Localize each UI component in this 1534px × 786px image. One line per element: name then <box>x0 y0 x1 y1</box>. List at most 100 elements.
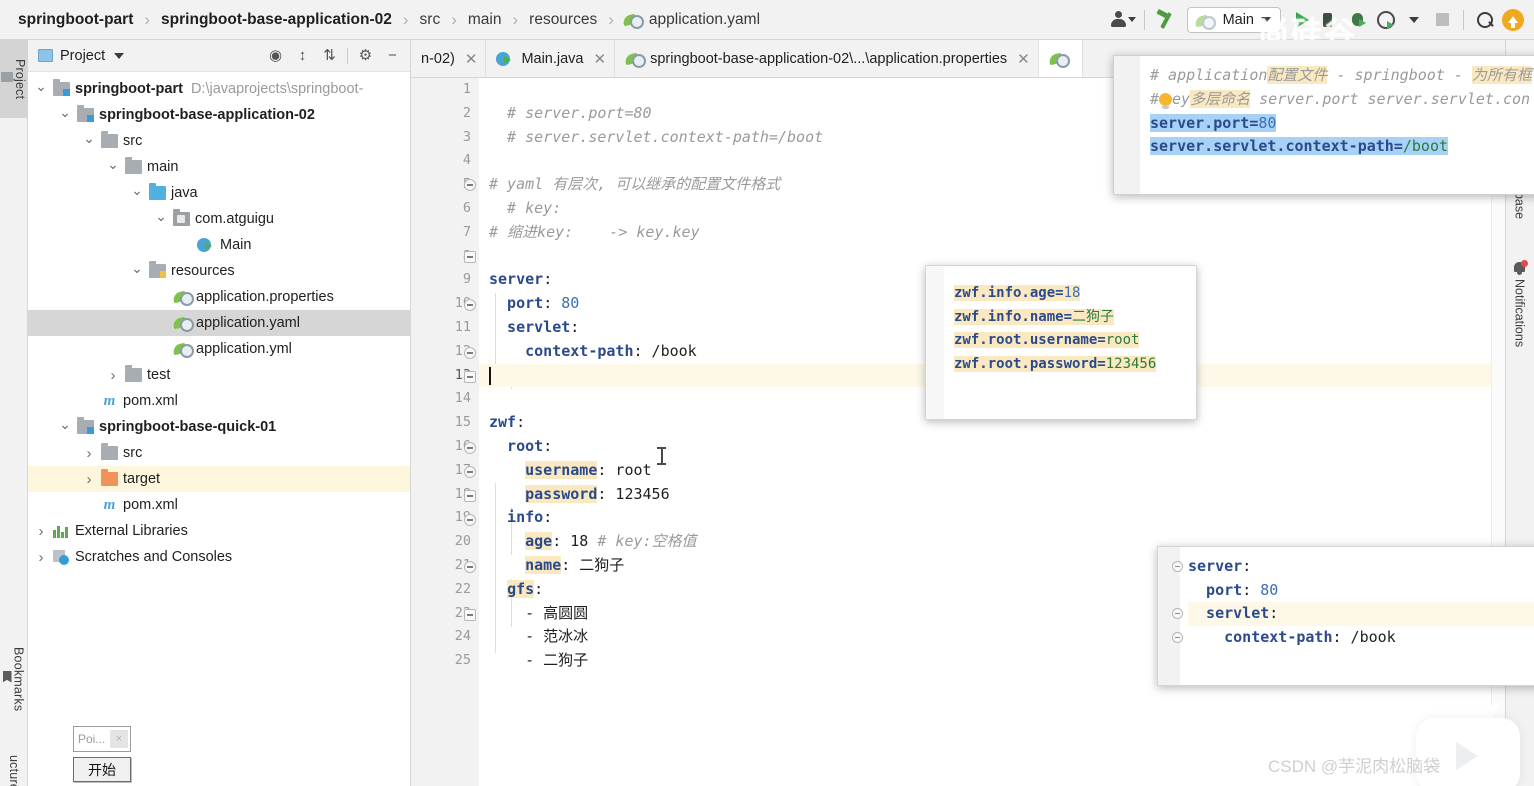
tree-expander[interactable] <box>154 211 168 228</box>
floating-panel-generated-properties[interactable]: zwf.info.age=18 zwf.info.name=二狗子 zwf.root… <box>925 265 1197 420</box>
close-icon[interactable]: ✕ <box>594 50 607 68</box>
breadcrumb-item-src[interactable]: src <box>418 11 443 29</box>
tree-expander[interactable] <box>34 549 48 566</box>
build-project-button[interactable] <box>1153 7 1179 33</box>
panel-code-line: # application配置文件 - springboot - 为所有框 <box>1150 64 1534 88</box>
tree-expander[interactable] <box>106 367 120 384</box>
chevron-down-icon[interactable] <box>114 52 125 59</box>
fold-marker[interactable] <box>464 490 476 502</box>
stop-button[interactable] <box>1429 7 1455 33</box>
panel-code-token: 80 <box>1260 580 1279 599</box>
tree-node-scratches-and-consoles[interactable]: Scratches and Consoles <box>28 544 410 570</box>
fold-marker[interactable] <box>464 251 476 263</box>
tree-expander[interactable] <box>58 107 72 124</box>
code-line[interactable]: root: <box>479 435 1505 459</box>
hide-panel-icon[interactable]: − <box>383 46 402 65</box>
editor-tab-active-yaml[interactable] <box>1038 40 1083 77</box>
tree-node-src[interactable]: src <box>28 128 410 154</box>
fold-marker[interactable] <box>464 609 476 621</box>
intention-bulb-icon[interactable] <box>1159 92 1173 109</box>
tree-expander[interactable] <box>58 419 72 436</box>
floating-panel-properties[interactable]: # application配置文件 - springboot - 为所有框 # ey… <box>1113 55 1534 195</box>
fold-marker[interactable] <box>464 347 476 359</box>
tree-node-label: External Libraries <box>75 523 188 539</box>
sidebar-item-project[interactable]: Project <box>0 40 28 118</box>
notification-badge <box>1521 260 1528 267</box>
bookmark-icon <box>2 670 12 683</box>
collapse-all-icon[interactable]: ⇅ <box>320 46 339 65</box>
tree-node-pom-xml[interactable]: m pom.xml <box>28 388 410 414</box>
tree-node-resources[interactable]: resources <box>28 258 410 284</box>
tree-node-src[interactable]: src <box>28 440 410 466</box>
editor-tab-n-02-[interactable]: n-02) ✕ <box>411 40 487 77</box>
fold-marker[interactable] <box>464 371 476 383</box>
tree-node-main[interactable]: Main <box>28 232 410 258</box>
sidebar-item-structure[interactable]: ucture <box>0 743 28 786</box>
tree-node-springboot-part[interactable]: springboot-part D:\javaprojects\springboo… <box>28 76 410 102</box>
editor-tab-springboot-base-application-02-application-properties[interactable]: springboot-base-application-02\...\appli… <box>615 40 1039 77</box>
breadcrumb-item-resources[interactable]: resources <box>527 11 599 29</box>
more-run-options-button[interactable] <box>1401 7 1427 33</box>
sidebar-item-notifications[interactable]: Notifications <box>1505 260 1534 392</box>
fold-marker[interactable] <box>464 514 476 526</box>
poi-start-button[interactable]: 开始 <box>73 757 131 782</box>
breadcrumb-item-project[interactable]: springboot-part <box>16 11 135 29</box>
code-line[interactable]: username: root <box>479 459 1505 483</box>
tree-expander[interactable] <box>106 159 120 176</box>
panel-code-line: zwf.root.username=root <box>954 329 1196 353</box>
code-line[interactable]: # key: <box>479 197 1505 221</box>
tree-expander[interactable] <box>82 133 96 150</box>
floating-panel-yaml-preview[interactable]: server: port: 80 servlet: context-path: … <box>1157 546 1534 686</box>
settings-gear-icon[interactable]: ⚙ <box>356 46 375 65</box>
tree-expander[interactable] <box>34 81 48 98</box>
close-icon[interactable]: ✕ <box>465 50 478 68</box>
project-panel-header: Project ◉ ↕ ⇅ ⚙ − <box>28 40 410 72</box>
user-account-button[interactable] <box>1110 7 1136 33</box>
tree-node-pom-xml[interactable]: m pom.xml <box>28 492 410 518</box>
tree-node-external-libraries[interactable]: External Libraries <box>28 518 410 544</box>
breadcrumb-item-main[interactable]: main <box>466 11 504 29</box>
editor-tab-main-java[interactable]: Main.java ✕ <box>486 40 616 77</box>
tree-node-application-properties[interactable]: application.properties <box>28 284 410 310</box>
sidebar-item-bookmarks[interactable]: Bookmarks <box>0 625 28 733</box>
update-available-button[interactable] <box>1500 7 1526 33</box>
poi-input[interactable]: Poi... × <box>73 726 131 752</box>
tree-expander[interactable] <box>130 263 144 280</box>
expand-all-icon[interactable]: ↕ <box>293 46 312 65</box>
tree-expander[interactable] <box>130 185 144 202</box>
close-icon[interactable]: ✕ <box>1017 50 1030 68</box>
code-line[interactable]: info: <box>479 506 1505 530</box>
stop-icon <box>1435 13 1449 26</box>
run-with-coverage-button[interactable] <box>1345 7 1371 33</box>
code-line[interactable]: password: 123456 <box>479 483 1505 507</box>
tree-node-springboot-base-quick-01[interactable]: springboot-base-quick-01 <box>28 414 410 440</box>
fold-marker[interactable] <box>464 299 476 311</box>
run-button[interactable] <box>1289 7 1315 33</box>
tree-node-com-atguigu[interactable]: com.atguigu <box>28 206 410 232</box>
tree-node-main[interactable]: main <box>28 154 410 180</box>
tree-expander[interactable] <box>82 471 96 488</box>
close-icon[interactable]: × <box>110 730 128 748</box>
breadcrumb-item-module[interactable]: springboot-base-application-02 <box>159 11 394 29</box>
code-token: : <box>543 270 553 289</box>
profiler-button[interactable] <box>1373 7 1399 33</box>
tree-node-target[interactable]: target <box>28 466 410 492</box>
fold-marker[interactable] <box>464 466 476 478</box>
fold-marker[interactable] <box>464 179 476 191</box>
tree-expander[interactable] <box>82 445 96 462</box>
run-configuration-selector[interactable]: Main <box>1186 6 1281 33</box>
tree-node-application-yml[interactable]: application.yml <box>28 336 410 362</box>
locate-icon[interactable]: ◉ <box>266 46 285 65</box>
tree-node-application-yaml[interactable]: application.yaml <box>28 310 410 336</box>
debug-button[interactable] <box>1317 7 1343 33</box>
search-everywhere-button[interactable] <box>1472 7 1498 33</box>
code-line[interactable]: # 缩进key: -> key.key <box>479 221 1505 245</box>
breadcrumb-item-file[interactable]: application.yaml <box>623 11 762 29</box>
fold-marker[interactable] <box>464 442 476 454</box>
tree-node-test[interactable]: test <box>28 362 410 388</box>
tree-expander[interactable] <box>34 523 48 540</box>
tree-node-java[interactable]: java <box>28 180 410 206</box>
tree-node-springboot-base-application-02[interactable]: springboot-base-application-02 <box>28 102 410 128</box>
fold-marker[interactable] <box>464 561 476 573</box>
